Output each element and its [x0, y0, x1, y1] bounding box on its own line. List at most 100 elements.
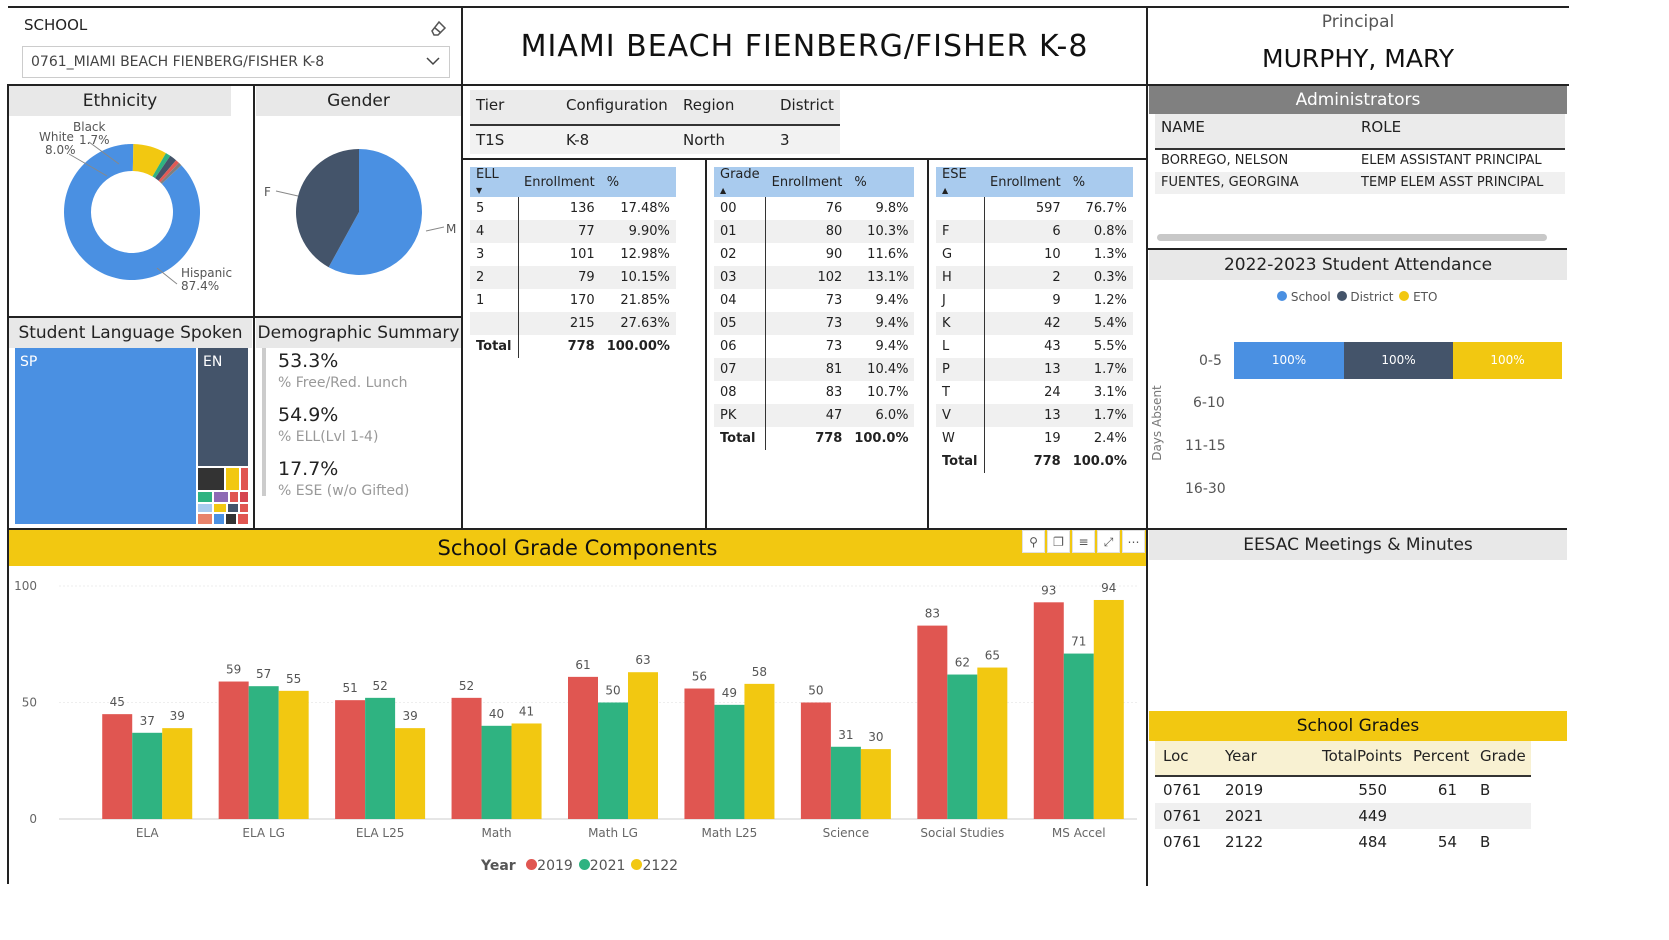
ell-total-cell: Total: [470, 335, 519, 358]
bar-2021[interactable]: [598, 702, 628, 820]
grade-cell: 11.6%: [867, 247, 909, 262]
ese-row[interactable]: J 9 1.2%: [936, 289, 1133, 312]
info-col-configuration: Configuration: [566, 96, 668, 114]
bar-2021[interactable]: [1063, 653, 1094, 819]
horizontal-scrollbar[interactable]: [1157, 234, 1547, 241]
bar-2019[interactable]: [568, 676, 598, 819]
pin-icon[interactable]: ⚲: [1022, 530, 1045, 553]
bar-2019[interactable]: [102, 714, 133, 819]
ese-row[interactable]: T 24 3.1%: [936, 381, 1133, 404]
grade-row[interactable]: 01 80 10.3%: [714, 220, 915, 243]
more-options-icon[interactable]: ⋯: [1122, 530, 1145, 553]
bar-2122[interactable]: [977, 667, 1008, 819]
grade-row[interactable]: PK 47 6.0%: [714, 404, 915, 427]
ethnicity-label-white: White 8.0%: [39, 130, 76, 157]
copy-icon[interactable]: ❐: [1047, 530, 1070, 553]
bar-2122[interactable]: [162, 728, 193, 819]
legend-item[interactable]: 2019: [537, 858, 573, 874]
attendance-title: 2022-2023 Student Attendance: [1149, 250, 1567, 280]
ell-col-ell[interactable]: ELL ▼: [470, 167, 518, 197]
bar-2021[interactable]: [132, 732, 163, 819]
ell-row[interactable]: 215 27.63%: [470, 312, 676, 335]
treemap-en[interactable]: EN: [198, 348, 248, 466]
bar-2122[interactable]: [628, 672, 658, 819]
grades-col-percent: Percent: [1413, 747, 1470, 765]
bar-2019[interactable]: [684, 688, 715, 819]
grade-row[interactable]: 03 102 13.1%: [714, 266, 915, 289]
ell-col-enrollment[interactable]: Enrollment: [518, 167, 601, 197]
ell-row[interactable]: 1 170 21.85%: [470, 289, 676, 312]
grade-cell: 83: [825, 385, 843, 400]
ese-row[interactable]: 597 76.7%: [936, 197, 1133, 220]
bar-2019[interactable]: [1033, 602, 1064, 819]
ese-row[interactable]: G 10 1.3%: [936, 243, 1133, 266]
ese-row[interactable]: F 6 0.8%: [936, 220, 1133, 243]
grade-col-pct[interactable]: %: [848, 167, 914, 197]
legend-eto[interactable]: ETO: [1413, 290, 1437, 304]
principal-card: Principal MURPHY, MARY: [1149, 8, 1567, 84]
grade-row[interactable]: 04 73 9.4%: [714, 289, 914, 312]
visual-header-icons: ⚲ ❐ ≡ ⤢ ⋯: [1022, 530, 1145, 554]
bar-2122[interactable]: [278, 690, 309, 819]
ese-row[interactable]: P 13 1.7%: [936, 358, 1133, 381]
focus-mode-icon[interactable]: ⤢: [1097, 530, 1120, 553]
ell-cell: 27.63%: [620, 316, 670, 331]
legend-item[interactable]: 2122: [642, 858, 678, 874]
ese-row[interactable]: V 13 1.7%: [936, 404, 1133, 427]
legend-district[interactable]: District: [1350, 290, 1393, 304]
bar-2021[interactable]: [830, 746, 861, 819]
eesac-title[interactable]: EESAC Meetings & Minutes: [1149, 530, 1567, 560]
bar-2019[interactable]: [800, 702, 831, 820]
data-label: 62: [955, 656, 970, 670]
grade-row[interactable]: 05 73 9.4%: [714, 312, 915, 335]
filter-icon[interactable]: ≡: [1072, 530, 1095, 553]
bar-2021[interactable]: [481, 725, 512, 819]
ese-col-pct[interactable]: %: [1067, 167, 1133, 197]
attendance-bar-district[interactable]: 100%: [1344, 342, 1453, 379]
bar-2122[interactable]: [511, 723, 542, 819]
ese-row[interactable]: L 43 5.5%: [936, 335, 1133, 358]
ese-col-enrollment[interactable]: Enrollment: [984, 167, 1067, 197]
bar-2122[interactable]: [744, 683, 775, 819]
bar-2019[interactable]: [451, 697, 482, 819]
attendance-bar-school[interactable]: 100%: [1234, 342, 1344, 379]
ell-row[interactable]: 4 77 9.90%: [470, 220, 676, 243]
school-dropdown[interactable]: 0761_MIAMI BEACH FIENBERG/FISHER K-8: [22, 46, 450, 78]
ell-row[interactable]: 3 101 12.98%: [470, 243, 676, 266]
grade-row[interactable]: 00 76 9.8%: [714, 197, 914, 220]
bar-2122[interactable]: [395, 728, 426, 819]
legend-school[interactable]: School: [1291, 290, 1331, 304]
frame-divider: [462, 158, 1147, 160]
school-grades-cell: 2021: [1225, 807, 1264, 825]
grade-col-enrollment[interactable]: Enrollment: [766, 167, 849, 197]
bar-2021[interactable]: [365, 697, 396, 819]
bar-2021[interactable]: [714, 704, 745, 819]
bar-2122[interactable]: [1093, 599, 1124, 819]
bar-2019[interactable]: [335, 700, 366, 819]
ese-row[interactable]: K 42 5.4%: [936, 312, 1133, 335]
ese-col-ese[interactable]: ESE ▲: [936, 167, 984, 197]
eraser-icon[interactable]: [428, 18, 448, 38]
ese-row[interactable]: W 19 2.4%: [936, 427, 1133, 450]
attendance-bar-eto[interactable]: 100%: [1453, 342, 1562, 379]
grade-row[interactable]: 08 83 10.7%: [714, 381, 914, 404]
bar-2021[interactable]: [248, 686, 279, 819]
ell-col-pct[interactable]: %: [601, 167, 676, 197]
grade-row[interactable]: 06 73 9.4%: [714, 335, 914, 358]
bar-2019[interactable]: [917, 625, 948, 819]
grade-row[interactable]: 07 81 10.4%: [714, 358, 915, 381]
treemap-sp[interactable]: SP: [15, 348, 196, 524]
grade-col-grade[interactable]: Grade ▲: [714, 167, 766, 197]
grade-cell: 02: [714, 243, 767, 266]
legend-item[interactable]: 2021: [590, 858, 626, 874]
bar-2122[interactable]: [860, 749, 891, 819]
ese-cell: [936, 197, 985, 220]
ese-cell: 43: [1044, 339, 1061, 354]
bar-2021[interactable]: [947, 674, 978, 819]
ell-row[interactable]: 5 136 17.48%: [470, 197, 676, 220]
legend-dot: [631, 859, 643, 870]
grade-row[interactable]: 02 90 11.6%: [714, 243, 914, 266]
ell-row[interactable]: 2 79 10.15%: [470, 266, 676, 289]
ese-row[interactable]: H 2 0.3%: [936, 266, 1133, 289]
bar-2019[interactable]: [218, 681, 249, 819]
